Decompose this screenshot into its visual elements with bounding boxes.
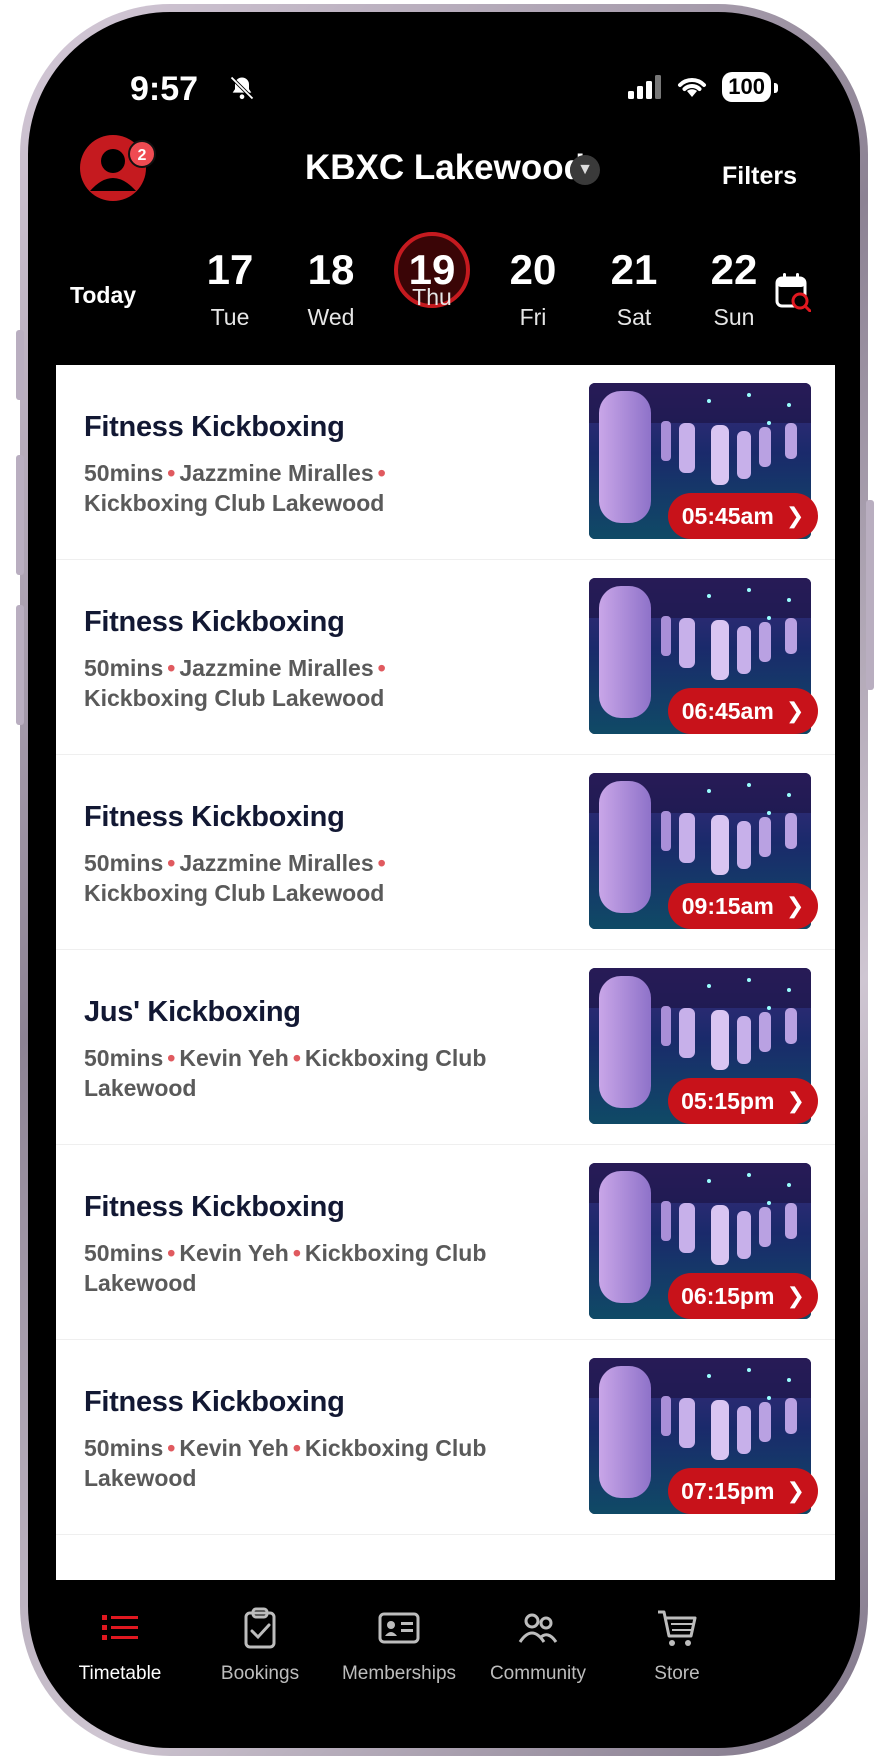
class-title: Fitness Kickboxing <box>84 606 345 638</box>
cellular-signal-icon <box>628 75 662 99</box>
wifi-icon <box>678 78 707 97</box>
status-time: 9:57 <box>130 70 199 108</box>
date-weekday: Wed <box>307 304 355 330</box>
class-duration: 50mins <box>84 1240 164 1266</box>
bottom-nav: Timetable Bookings Memberships Community… <box>50 1580 840 1700</box>
class-duration: 50mins <box>84 850 164 876</box>
screen-content: 9:57 100 2 KBXC Lakewood ▼ Filters Today… <box>50 28 843 1730</box>
class-title: Fitness Kickboxing <box>84 1191 345 1223</box>
nav-bookings[interactable]: Bookings <box>190 1606 330 1685</box>
date-number: 17 <box>206 246 254 293</box>
class-time: 05:15pm <box>681 1087 775 1114</box>
status-indicators: 100 <box>628 72 778 102</box>
class-time: 06:15pm <box>681 1282 775 1309</box>
class-instructor: Kevin Yeh <box>179 1240 289 1266</box>
class-row[interactable]: Fitness Kickboxing 50mins • Kevin Yeh • Kick… <box>56 1145 835 1340</box>
date-day-21[interactable]: 21 Sat <box>589 242 679 331</box>
class-duration: 50mins <box>84 460 164 486</box>
class-duration: 50mins <box>84 1045 164 1071</box>
nav-community[interactable]: Community <box>468 1606 608 1685</box>
list-icon <box>102 1615 138 1640</box>
people-icon <box>518 1613 558 1643</box>
date-number: 22 <box>710 246 758 293</box>
date-weekday: Thu <box>412 284 452 310</box>
class-meta: 50mins • Kevin Yeh • Kickboxing Club Lakewoo… <box>84 1435 487 1491</box>
bell-muted-icon <box>230 76 254 100</box>
date-day-18[interactable]: 18 Wed <box>286 242 376 331</box>
membership-card-icon <box>378 1612 420 1644</box>
class-instructor: Jazzmine Miralles <box>179 850 374 876</box>
calendar-search-icon[interactable] <box>775 272 811 312</box>
date-number: 20 <box>509 246 557 293</box>
nav-label: Memberships <box>341 1663 457 1684</box>
date-weekday: Sat <box>616 304 652 330</box>
book-time-button[interactable]: 05:15pm ❯ <box>668 1078 818 1124</box>
class-list: Fitness Kickboxing 50mins • Jazzmine Miral… <box>56 365 835 1580</box>
class-location: Kickboxing Club Lakewood <box>84 685 385 711</box>
today-button[interactable]: Today <box>70 282 136 309</box>
book-time-button[interactable]: 07:15pm ❯ <box>668 1468 818 1514</box>
class-location: Kickboxing Club Lakewood <box>84 880 385 906</box>
class-meta: 50mins • Kevin Yeh • Kickboxing Club Lakewoo… <box>84 1240 487 1296</box>
date-day-17[interactable]: 17 Tue <box>185 242 275 331</box>
nav-store[interactable]: Store <box>607 1606 747 1685</box>
class-instructor: Jazzmine Miralles <box>179 655 374 681</box>
class-duration: 50mins <box>84 1435 164 1461</box>
class-row[interactable]: Fitness Kickboxing 50mins • Jazzmine Miral… <box>56 560 835 755</box>
class-time: 06:45am <box>681 697 774 724</box>
class-meta: 50mins • Jazzmine Miralles • Kickboxing Club… <box>84 850 386 906</box>
date-number: 18 <box>307 246 355 293</box>
class-row[interactable]: Fitness Kickboxing 50mins • Kevin Yeh • Kick… <box>56 1340 835 1535</box>
date-weekday: Fri <box>519 304 547 330</box>
class-meta: 50mins • Jazzmine Miralles • Kickboxing Club… <box>84 460 386 516</box>
class-row[interactable]: Jus' Kickboxing 50mins • Kevin Yeh • Kickbox… <box>56 950 835 1145</box>
nav-label: Bookings <box>220 1663 300 1684</box>
chevron-right-icon: ❯ <box>786 1283 805 1308</box>
date-day-19-selected[interactable]: 19 Thu <box>387 232 477 311</box>
class-row[interactable]: Fitness Kickboxing 50mins • Jazzmine Miral… <box>56 365 835 560</box>
class-time: 07:15pm <box>681 1477 775 1504</box>
book-time-button[interactable]: 06:45am ❯ <box>668 688 818 734</box>
class-instructor: Kevin Yeh <box>179 1435 289 1461</box>
date-day-20[interactable]: 20 Fri <box>488 242 578 331</box>
class-time: 05:45am <box>681 502 774 529</box>
book-time-button[interactable]: 05:45am ❯ <box>668 493 818 539</box>
class-meta: 50mins • Jazzmine Miralles • Kickboxing Club… <box>84 655 386 711</box>
date-day-22[interactable]: 22 Sun <box>689 242 779 331</box>
nav-memberships[interactable]: Memberships <box>329 1606 469 1685</box>
class-title: Fitness Kickboxing <box>84 1386 345 1418</box>
class-time: 09:15am <box>681 892 774 919</box>
cart-icon <box>658 1610 697 1646</box>
class-duration: 50mins <box>84 655 164 681</box>
nav-label: Community <box>489 1663 587 1684</box>
battery-indicator: 100 <box>722 72 778 102</box>
filters-button[interactable]: Filters <box>722 162 797 191</box>
chevron-down-icon[interactable]: ▼ <box>570 155 600 185</box>
class-meta: 50mins • Kevin Yeh • Kickboxing Club Lakewoo… <box>84 1045 487 1101</box>
nav-timetable[interactable]: Timetable <box>50 1606 190 1685</box>
nav-label: Timetable <box>78 1663 162 1684</box>
class-row[interactable]: Fitness Kickboxing 50mins • Jazzmine Miral… <box>56 755 835 950</box>
chevron-right-icon: ❯ <box>786 1088 805 1113</box>
class-title: Fitness Kickboxing <box>84 801 345 833</box>
chevron-right-icon: ❯ <box>786 1478 805 1503</box>
nav-label: Store <box>654 1663 700 1684</box>
class-location: Kickboxing Club Lakewood <box>84 490 385 516</box>
class-title: Fitness Kickboxing <box>84 411 345 443</box>
clipboard-check-icon <box>244 1607 276 1649</box>
book-time-button[interactable]: 06:15pm ❯ <box>668 1273 818 1319</box>
book-time-button[interactable]: 09:15am ❯ <box>668 883 818 929</box>
chevron-right-icon: ❯ <box>785 503 805 528</box>
date-weekday: Sun <box>713 304 755 330</box>
class-instructor: Jazzmine Miralles <box>179 460 374 486</box>
date-weekday: Tue <box>210 304 250 330</box>
class-instructor: Kevin Yeh <box>179 1045 289 1071</box>
class-title: Jus' Kickboxing <box>84 996 301 1028</box>
date-number: 21 <box>610 246 658 293</box>
chevron-right-icon: ❯ <box>785 893 805 918</box>
chevron-right-icon: ❯ <box>785 698 805 723</box>
